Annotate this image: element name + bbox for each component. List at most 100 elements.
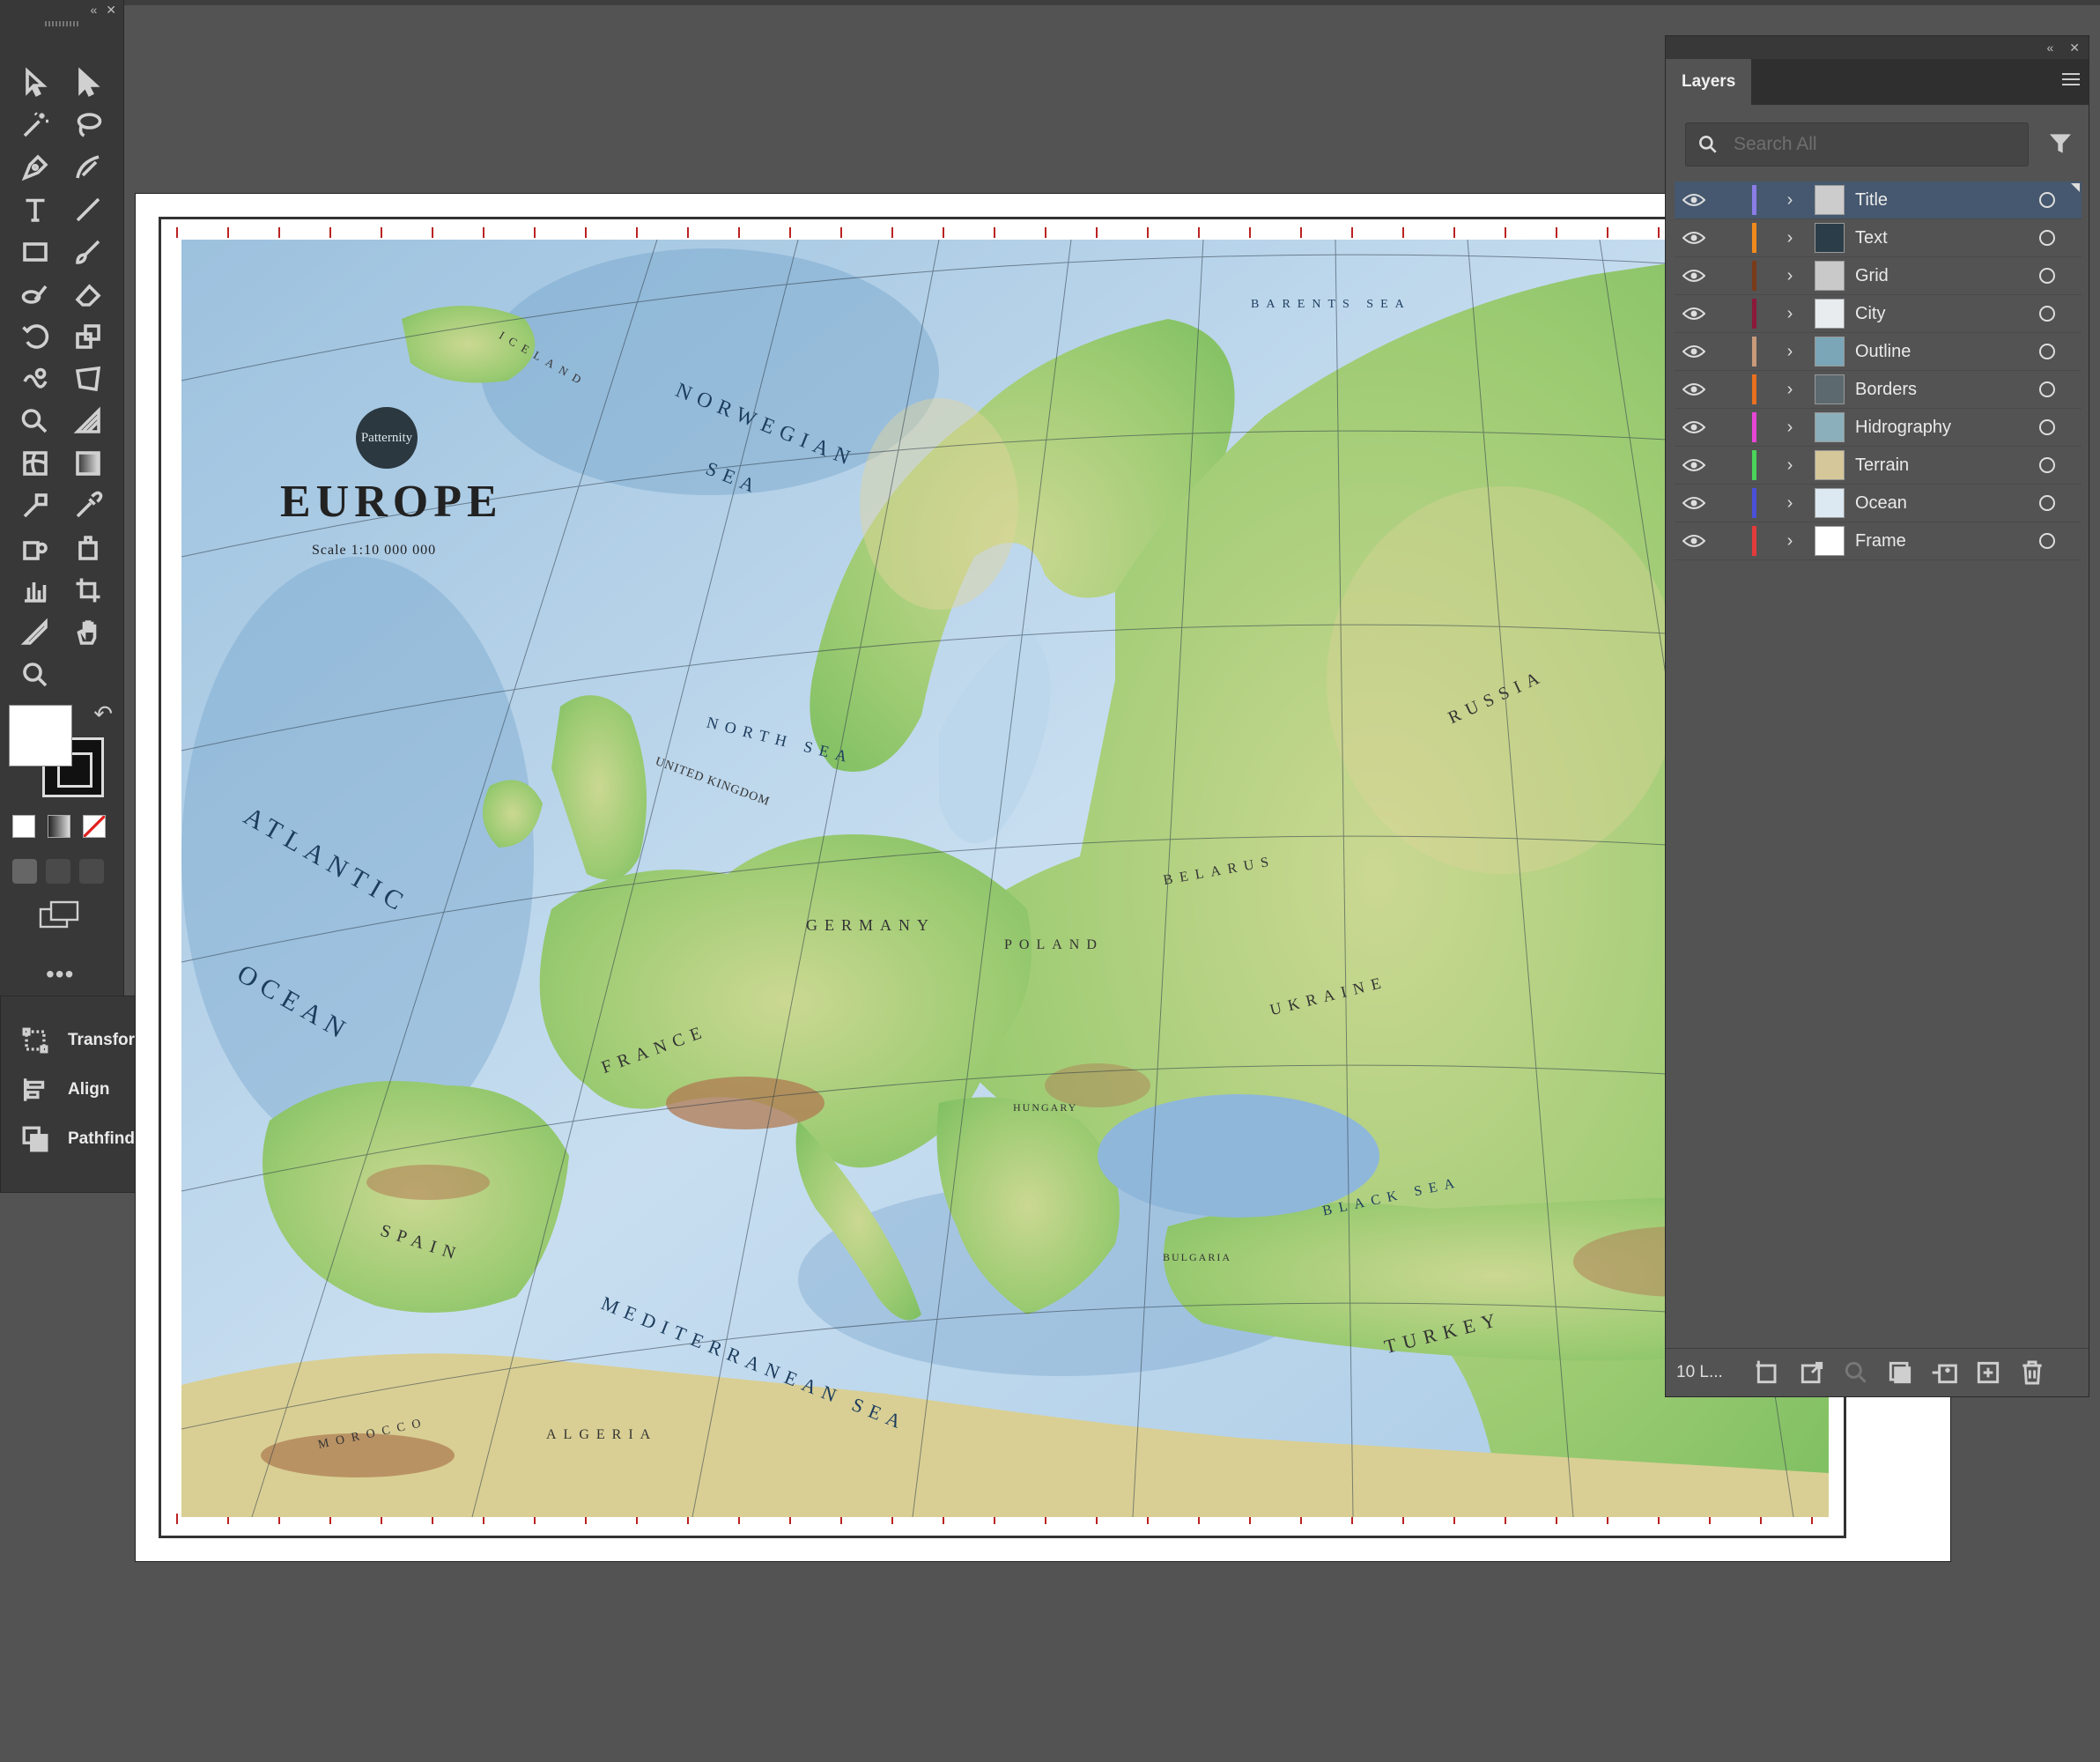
eyedropper-tool-icon[interactable] [62, 485, 115, 527]
layer-row[interactable]: › Hidrography [1675, 409, 2082, 447]
search-input[interactable] [1732, 133, 2000, 156]
close-icon[interactable]: ✕ [106, 3, 116, 18]
free-transform-tool-icon[interactable] [62, 358, 115, 400]
layer-name[interactable]: Ocean [1855, 493, 2039, 514]
collapse-icon[interactable]: « [2046, 41, 2053, 55]
gradient-tool-icon[interactable] [62, 442, 115, 485]
layer-row[interactable]: › Grid [1675, 257, 2082, 295]
expand-chevron-icon[interactable]: › [1772, 455, 1808, 476]
layer-target-icon[interactable] [2039, 495, 2055, 511]
close-icon[interactable]: ✕ [2069, 41, 2080, 56]
shaper-tool-icon[interactable] [9, 273, 62, 315]
visibility-eye-icon[interactable] [1675, 534, 1713, 548]
rectangle-tool-icon[interactable] [9, 231, 62, 273]
layer-row[interactable]: › Borders [1675, 371, 2082, 409]
expand-chevron-icon[interactable]: › [1772, 304, 1808, 324]
artboard-tool-icon[interactable] [62, 569, 115, 611]
gradient-button[interactable] [48, 815, 70, 838]
toolbar-grip[interactable] [45, 21, 78, 26]
europe-map[interactable] [181, 240, 1829, 1517]
color-button[interactable] [12, 815, 35, 838]
panel-menu-icon[interactable] [2062, 73, 2080, 87]
curvature-tool-icon[interactable] [62, 146, 115, 189]
layer-row[interactable]: › City [1675, 295, 2082, 333]
layer-target-icon[interactable] [2039, 230, 2055, 246]
layer-target-icon[interactable] [2039, 381, 2055, 397]
live-paint-tool-icon[interactable] [62, 527, 115, 569]
draw-normal-icon[interactable] [12, 859, 37, 884]
screen-mode-icon[interactable] [39, 900, 81, 929]
layer-row[interactable]: › Frame [1675, 522, 2082, 560]
rotate-tool-icon[interactable] [9, 315, 62, 358]
layer-target-icon[interactable] [2039, 344, 2055, 359]
line-tool-icon[interactable] [62, 189, 115, 231]
layer-row[interactable]: › Outline [1675, 333, 2082, 371]
scale-tool-icon[interactable] [62, 315, 115, 358]
collapse-icon[interactable]: « [90, 3, 97, 17]
filter-icon[interactable] [2046, 130, 2074, 158]
eraser-tool-icon[interactable] [62, 273, 115, 315]
layer-target-icon[interactable] [2039, 306, 2055, 322]
layer-row[interactable]: › Title [1675, 181, 2082, 219]
expand-chevron-icon[interactable]: › [1772, 418, 1808, 438]
fill-swatch[interactable] [9, 705, 72, 766]
expand-chevron-icon[interactable]: › [1772, 190, 1808, 211]
expand-chevron-icon[interactable]: › [1772, 380, 1808, 400]
paintbrush-tool-icon[interactable] [62, 231, 115, 273]
collect-for-export-icon[interactable] [1754, 1359, 1782, 1387]
visibility-eye-icon[interactable] [1675, 307, 1713, 321]
layer-name[interactable]: Frame [1855, 531, 2039, 552]
create-sublayer-icon[interactable] [1930, 1359, 1958, 1387]
warp-tool-icon[interactable] [9, 358, 62, 400]
layer-target-icon[interactable] [2039, 268, 2055, 284]
column-graph-tool-icon[interactable] [9, 569, 62, 611]
visibility-eye-icon[interactable] [1675, 382, 1713, 396]
expand-chevron-icon[interactable]: › [1772, 266, 1808, 286]
slice-tool-icon[interactable] [9, 611, 62, 654]
expand-chevron-icon[interactable]: › [1772, 228, 1808, 248]
locate-object-icon[interactable] [1842, 1359, 1870, 1387]
none-button[interactable] [83, 815, 106, 838]
layer-name[interactable]: Outline [1855, 342, 2039, 362]
layer-name[interactable]: Borders [1855, 380, 2039, 400]
layer-target-icon[interactable] [2039, 533, 2055, 549]
perspective-grid-tool-icon[interactable] [62, 400, 115, 442]
layer-name[interactable]: City [1855, 304, 2039, 324]
layer-name[interactable]: Text [1855, 228, 2039, 248]
layer-name[interactable]: Title [1855, 190, 2039, 211]
visibility-eye-icon[interactable] [1675, 420, 1713, 434]
visibility-eye-icon[interactable] [1675, 344, 1713, 359]
swap-fill-stroke-icon[interactable]: ↶ [93, 700, 113, 728]
hand-tool-icon[interactable] [62, 611, 115, 654]
lasso-tool-icon[interactable] [62, 104, 115, 146]
visibility-eye-icon[interactable] [1675, 496, 1713, 510]
zoom-tool-icon[interactable] [9, 654, 62, 696]
expand-chevron-icon[interactable]: › [1772, 493, 1808, 514]
blend-tool-icon[interactable] [9, 485, 62, 527]
draw-inside-icon[interactable] [79, 859, 104, 884]
type-tool-icon[interactable] [9, 189, 62, 231]
draw-behind-icon[interactable] [46, 859, 70, 884]
layer-name[interactable]: Grid [1855, 266, 2039, 286]
magic-wand-tool-icon[interactable] [9, 104, 62, 146]
expand-chevron-icon[interactable]: › [1772, 531, 1808, 552]
layer-row[interactable]: › Text [1675, 219, 2082, 257]
layer-name[interactable]: Hidrography [1855, 418, 2039, 438]
selection-tool-icon[interactable] [9, 62, 62, 104]
shape-builder-tool-icon[interactable] [9, 400, 62, 442]
symbol-sprayer-tool-icon[interactable] [9, 527, 62, 569]
make-clipping-mask-icon[interactable] [1886, 1359, 1914, 1387]
visibility-eye-icon[interactable] [1675, 458, 1713, 472]
visibility-eye-icon[interactable] [1675, 231, 1713, 245]
layer-target-icon[interactable] [2039, 457, 2055, 473]
tab-layers[interactable]: Layers [1666, 59, 1752, 105]
edit-toolbar-icon[interactable]: ••• [46, 960, 74, 988]
layer-row[interactable]: › Ocean [1675, 485, 2082, 522]
expand-chevron-icon[interactable]: › [1772, 342, 1808, 362]
export-icon[interactable] [1798, 1359, 1826, 1387]
layer-target-icon[interactable] [2039, 192, 2055, 208]
direct-selection-tool-icon[interactable] [62, 62, 115, 104]
visibility-eye-icon[interactable] [1675, 269, 1713, 283]
mesh-tool-icon[interactable] [9, 442, 62, 485]
layer-name[interactable]: Terrain [1855, 455, 2039, 476]
